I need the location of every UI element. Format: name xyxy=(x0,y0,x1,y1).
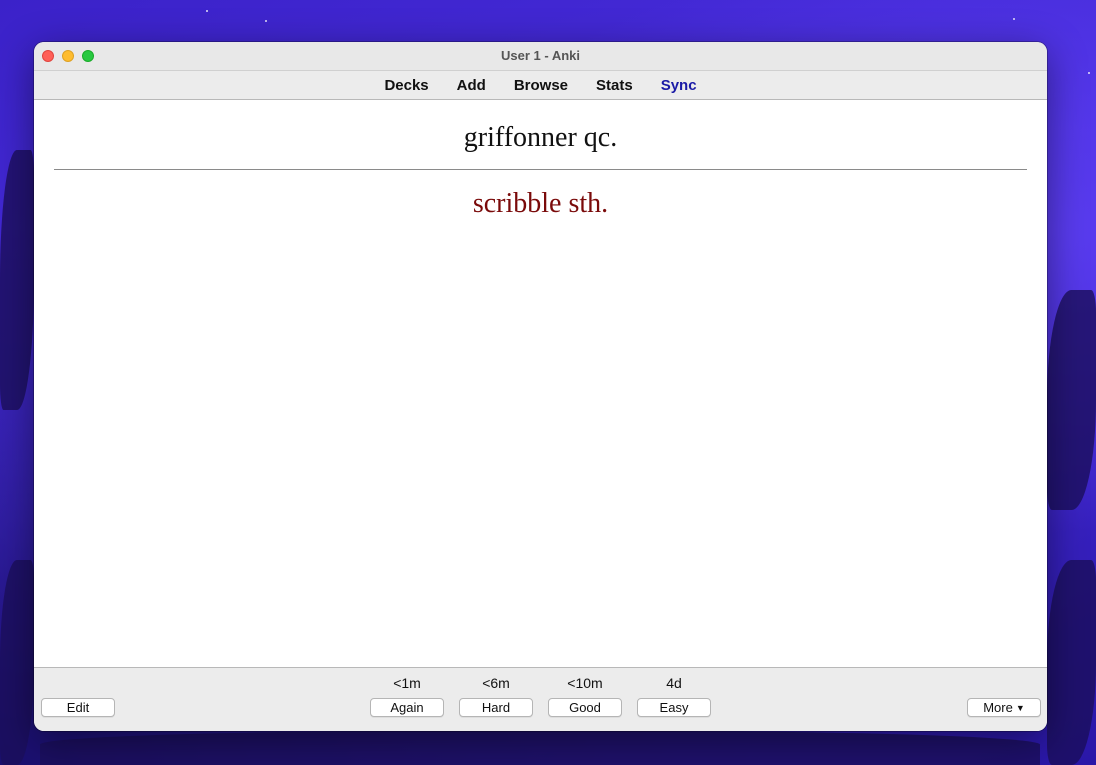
more-button[interactable]: More ▼ xyxy=(967,698,1041,717)
desktop-star xyxy=(1088,72,1090,74)
desktop-wallpaper-shape xyxy=(1047,290,1096,510)
toolbar-decks-link[interactable]: Decks xyxy=(370,77,442,94)
toolbar-add-link[interactable]: Add xyxy=(443,77,500,94)
desktop-star xyxy=(265,20,267,22)
caret-down-icon: ▼ xyxy=(1015,703,1025,713)
good-interval: <10m xyxy=(567,675,603,691)
hard-interval: <6m xyxy=(482,675,510,691)
main-toolbar: Decks Add Browse Stats Sync xyxy=(34,71,1047,100)
again-button[interactable]: Again xyxy=(370,698,444,717)
desktop-star xyxy=(206,10,208,12)
hard-button[interactable]: Hard xyxy=(459,698,533,717)
easy-button[interactable]: Easy xyxy=(637,698,711,717)
easy-interval: 4d xyxy=(666,675,682,691)
title-bar: User 1 - Anki xyxy=(34,42,1047,71)
edit-button[interactable]: Edit xyxy=(41,698,115,717)
answer-bar: Edit <1m Again <6m Hard <10m Good 4d Eas… xyxy=(34,667,1047,731)
answer-divider xyxy=(54,169,1027,170)
toolbar-browse-link[interactable]: Browse xyxy=(500,77,582,94)
card-review-area: griffonner qc. scribble sth. xyxy=(34,100,1047,667)
desktop-wallpaper-shape xyxy=(1047,560,1096,765)
more-button-label: More xyxy=(983,700,1013,715)
again-interval: <1m xyxy=(393,675,421,691)
desktop-wallpaper-shape xyxy=(40,731,1040,765)
card-front-text: griffonner qc. xyxy=(463,122,618,153)
toolbar-stats-link[interactable]: Stats xyxy=(582,77,647,94)
window-title: User 1 - Anki xyxy=(501,48,580,63)
toolbar-sync-link[interactable]: Sync xyxy=(647,77,711,94)
desktop-star xyxy=(1013,18,1015,20)
anki-window: User 1 - Anki Decks Add Browse Stats Syn… xyxy=(34,42,1047,731)
desktop-wallpaper-shape xyxy=(0,560,34,765)
good-button[interactable]: Good xyxy=(548,698,622,717)
desktop-wallpaper-shape xyxy=(0,150,34,410)
card-back-text: scribble sth. xyxy=(472,188,609,219)
